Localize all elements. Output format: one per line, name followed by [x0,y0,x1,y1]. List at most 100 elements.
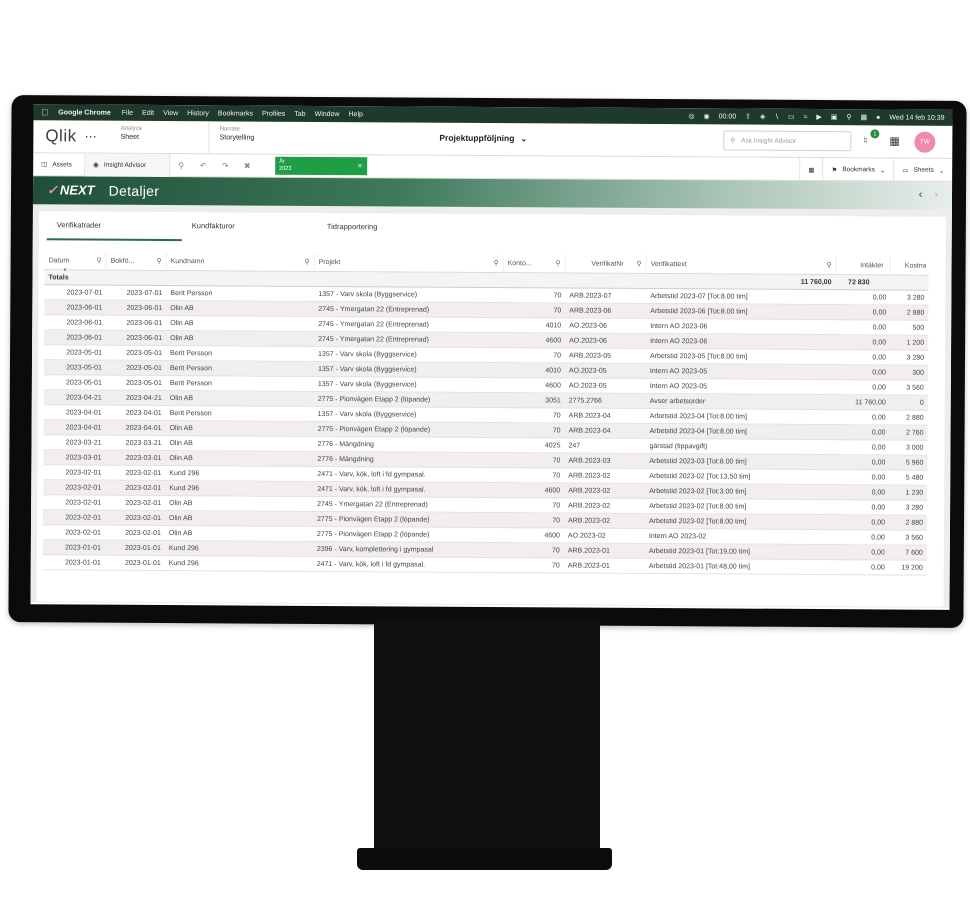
cell-projekt[interactable]: 2775 - Pionvägen Etapp 2 (löpande) [314,421,503,437]
cell-verifikattext[interactable]: Avser arbetsorder [646,393,836,409]
menu-bookmarks[interactable]: Bookmarks [218,110,253,117]
spotlight-search-icon[interactable]: ⚲ [846,113,851,121]
apple-icon[interactable]:  [41,107,48,117]
cell-bokforingsdatum[interactable]: 2023-02-01 [105,510,165,525]
cell-verifikattext[interactable]: Arbetstid 2023-01 [Tot:19,00 tim] [645,543,835,559]
cell-bokforingsdatum[interactable]: 2023-06-01 [106,315,166,330]
search-icon[interactable]: ⚲ [156,256,161,264]
cell-projekt[interactable]: 2745 - Ymergatan 22 (Entreprenad) [314,316,503,332]
step-back-icon[interactable]: ↶ [192,154,214,177]
cell-intakter[interactable]: 0,00 [835,470,889,485]
cell-verifikattext[interactable]: Arbetstid 2023-04 [Tot:8.00 tim] [646,408,836,424]
cell-verifikatnr[interactable]: ARB.2023-07 [565,288,646,303]
search-icon[interactable]: ⚲ [636,259,641,267]
cell-intakter[interactable]: 0,00 [836,305,890,320]
cell-datum[interactable]: 2023-03-21 [43,435,105,450]
cell-verifikatnr[interactable]: AO.2023-02 [564,528,645,543]
cell-intakter[interactable]: 0,00 [835,560,889,575]
cell-kundnamn[interactable]: Berit Persson [166,376,314,392]
cell-verifikatnr[interactable]: AO.2023-06 [565,333,646,348]
cell-verifikatnr[interactable]: AO.2023-05 [565,363,646,378]
cell-intakter[interactable]: 0,00 [836,290,890,305]
cell-bokforingsdatum[interactable]: 2023-03-01 [105,450,165,465]
cell-kostnad[interactable]: 2 760 [890,425,928,440]
search-icon[interactable]: ⚲ [304,257,309,265]
cell-verifikattext[interactable]: Arbetstid 2023-01 [Tot:48,00 tim] [645,558,835,574]
column-header-bokforingsdatum[interactable]: Bokfö... ⚲ [106,251,167,271]
cell-verifikatnr[interactable]: ARB.2023-02 [564,498,645,513]
search-icon[interactable]: ⚲ [96,256,101,264]
cell-kundnamn[interactable]: Olin AB [165,436,313,452]
cell-kostnad[interactable]: 3 280 [889,500,927,515]
cell-projekt[interactable]: 2775 - Pionvägen Etapp 2 (löpande) [314,391,503,407]
cell-kundnamn[interactable]: Kund 296 [165,541,313,557]
cell-intakter[interactable]: 0,00 [835,515,889,530]
cell-bokforingsdatum[interactable]: 2023-02-01 [105,525,165,540]
cell-kostnad[interactable]: 3 560 [889,530,927,545]
cell-intakter[interactable]: 0,00 [835,485,889,500]
cell-verifikatnr[interactable]: ARB.2023-04 [565,408,646,423]
cell-datum[interactable]: 2023-01-01 [43,540,105,555]
menubar-pen-icon[interactable]: ∖ [774,113,779,121]
control-center-icon[interactable]: ▦ [860,113,867,121]
close-icon[interactable]: × [357,161,362,170]
step-forward-icon[interactable]: ↷ [214,154,236,177]
menubar-status-icon[interactable]: ◎ [688,112,694,120]
siri-icon[interactable]: ● [876,114,880,121]
selections-tool-button[interactable]: ▦ [799,157,823,182]
cell-projekt[interactable]: 2471 - Varv, kök, loft i fd gympasal. [313,466,502,482]
cell-intakter[interactable]: 0,00 [836,425,890,440]
menubar-record-icon[interactable]: ◉ [703,112,709,120]
cell-datum[interactable]: 2023-06-01 [44,315,106,330]
cell-intakter[interactable]: 0,00 [836,320,890,335]
clear-selections-icon[interactable]: ✖ [236,154,258,177]
cell-verifikatnr[interactable]: AO.2023-06 [565,318,646,333]
cell-konto[interactable]: 70 [502,468,564,483]
cell-bokforingsdatum[interactable]: 2023-02-01 [105,465,165,480]
cell-datum[interactable]: 2023-05-01 [44,345,106,360]
cell-verifikattext[interactable]: Intern AO 2023-06 [646,333,836,349]
cell-verifikattext[interactable]: Arbetstid 2023-02 [Tot:3.00 tim] [645,483,835,499]
cell-verifikattext[interactable]: Arbetstid 2023-04 [Tot:8.00 tim] [646,423,836,439]
cell-verifikattext[interactable]: Arbetstid 2023-02 [Tot:8.00 tim] [645,498,835,514]
cell-kundnamn[interactable]: Berit Persson [166,361,314,377]
cell-datum[interactable]: 2023-02-01 [43,525,105,540]
cell-konto[interactable]: 70 [502,543,564,558]
tab-verifikatrader[interactable]: Verifikatrader [46,211,182,242]
insight-advisor-button[interactable]: ◉ Insight Advisor [85,153,171,177]
cell-intakter[interactable]: 0,00 [836,380,890,395]
cell-intakter[interactable]: 0,00 [835,500,889,515]
cell-intakter[interactable]: 0,00 [836,335,890,350]
cell-verifikatnr[interactable]: ARB.2023-01 [564,558,645,573]
cell-kostnad[interactable]: 0 [890,395,928,410]
cell-verifikattext[interactable]: Intern AO 2023-06 [646,318,836,334]
cell-bokforingsdatum[interactable]: 2023-02-01 [105,495,165,510]
cell-verifikattext[interactable]: Intern AO 2023-02 [645,528,835,544]
menubar-upload-icon[interactable]: ⇧ [745,113,751,121]
cell-kundnamn[interactable]: Berit Persson [166,346,314,362]
cell-kostnad[interactable]: 300 [890,365,928,380]
cell-verifikatnr[interactable]: ARB.2023-03 [564,453,645,468]
cell-projekt[interactable]: 1357 - Varv skola (Byggservice) [314,286,503,302]
cell-datum[interactable]: 2023-04-01 [44,405,106,420]
cell-intakter[interactable]: 0,00 [836,350,890,365]
cell-verifikatnr[interactable]: ARB.2023-04 [565,423,646,438]
smart-search-icon[interactable]: ⚲ [170,154,192,177]
previous-sheet-icon[interactable]: ‹ [919,189,923,201]
cell-konto[interactable]: 4025 [502,438,564,453]
cell-verifikatnr[interactable]: ARB.2023-02 [564,483,645,498]
cell-kundnamn[interactable]: Olin AB [165,496,313,512]
cell-verifikattext[interactable]: Arbetstid 2023-02 [Tot:8.00 tim] [645,513,835,529]
cell-verifikattext[interactable]: Arbetstid 2023-03 [Tot:8.00 tim] [645,453,835,469]
cell-verifikatnr[interactable]: AO.2023-05 [565,378,646,393]
column-header-datum[interactable]: Datum ⚲ ▼ [44,250,107,273]
cell-konto[interactable]: 70 [502,453,564,468]
cell-kostnad[interactable]: 2 880 [890,410,928,425]
cell-verifikattext[interactable]: gärstad (tippavgift) [645,438,835,454]
cell-bokforingsdatum[interactable]: 2023-05-01 [106,360,166,375]
cell-kundnamn[interactable]: Berit Persson [166,406,314,422]
cell-konto[interactable]: 4010 [503,363,565,378]
column-header-projekt[interactable]: Projekt ⚲ [314,252,504,273]
cell-intakter[interactable]: 0,00 [835,455,889,470]
menu-view[interactable]: View [163,110,178,117]
